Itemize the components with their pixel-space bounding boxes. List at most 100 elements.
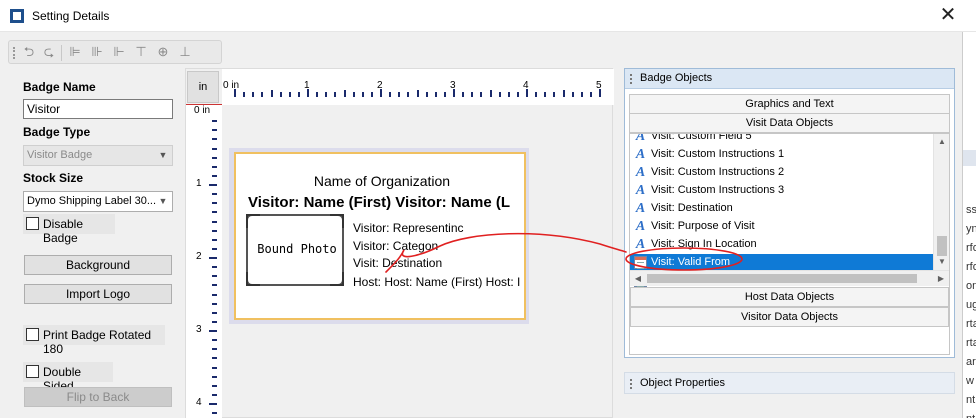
list-item[interactable]: A Visit: Custom Field 5 — [630, 133, 934, 146]
background-window-strip — [963, 150, 976, 166]
background-window-text: rfo — [966, 261, 976, 273]
redo-icon[interactable]: ⮎ — [41, 44, 57, 60]
panel-grip-icon[interactable] — [630, 74, 632, 84]
background-window-text: rta — [966, 318, 976, 330]
flip-to-back-button: Flip to Back — [24, 387, 172, 407]
import-logo-button[interactable]: Import Logo — [24, 284, 172, 304]
group-visit-data-objects[interactable]: Visit Data Objects — [629, 113, 950, 133]
group-visitor-data-objects[interactable]: Visitor Data Objects — [630, 307, 949, 327]
ruler-tick — [212, 348, 217, 351]
list-item-label: Visit: Custom Instructions 2 — [651, 166, 785, 178]
list-item[interactable]: A Visit: Custom Instructions 3 — [630, 182, 934, 200]
align-right-icon[interactable]: ⊩ — [111, 44, 127, 60]
checkbox-box[interactable] — [26, 365, 39, 378]
print-rotated-label: Print Badge Rotated 180 — [43, 328, 152, 356]
badge-photo-placeholder[interactable]: Bound Photo — [246, 214, 344, 286]
list-item-label: Visit: Sign In Location — [651, 238, 757, 250]
ruler-tick — [243, 92, 246, 97]
ruler-tick — [462, 92, 465, 97]
list-horizontal-scrollbar[interactable]: ◀ ▶ — [630, 270, 949, 286]
badge-field-host[interactable]: Host: Host: Name (First) Host: I — [353, 275, 520, 289]
align-left-icon[interactable]: ⊫ — [67, 44, 83, 60]
scroll-left-icon[interactable]: ◀ — [630, 271, 646, 287]
align-bottom-icon[interactable]: ⊥ — [177, 44, 193, 60]
align-top-icon[interactable]: ⊤ — [133, 44, 149, 60]
badge-org-name[interactable]: Name of Organization — [236, 173, 524, 189]
disable-badge-checkbox[interactable]: Disable Badge — [23, 214, 115, 245]
ruler-tick — [389, 92, 392, 97]
background-window-text: w — [966, 375, 974, 387]
print-rotated-checkbox[interactable]: Print Badge Rotated 180 — [23, 325, 165, 356]
group-host-data-objects[interactable]: Host Data Objects — [630, 287, 949, 307]
panel-grip-icon[interactable] — [630, 379, 632, 389]
resize-handle[interactable] — [246, 272, 260, 286]
chevron-down-icon: ▼ — [158, 150, 168, 160]
ruler-tick — [407, 92, 410, 97]
badge-field-destination[interactable]: Visit: Destination — [353, 256, 442, 270]
resize-handle[interactable] — [330, 214, 344, 228]
badge-name-input[interactable]: Visitor — [23, 99, 173, 119]
toolbar-separator — [61, 45, 62, 61]
ruler-tick — [212, 275, 217, 278]
double-sided-checkbox[interactable]: Double Sided — [23, 362, 113, 393]
badge-objects-title: Badge Objects — [640, 72, 713, 84]
ruler-tick — [212, 302, 217, 305]
background-window-text: yn — [966, 223, 976, 235]
ruler-label: 0 in — [194, 105, 211, 116]
align-middle-icon[interactable]: ⊕ — [155, 44, 171, 60]
ruler-tick — [212, 384, 217, 387]
checkbox-box[interactable] — [26, 328, 39, 341]
badge-preview[interactable]: Name of Organization Visitor: Name (Firs… — [234, 152, 526, 320]
ruler-tick — [212, 129, 217, 132]
undo-icon[interactable]: ⮌ — [21, 44, 37, 60]
resize-handle[interactable] — [330, 272, 344, 286]
ruler-tick — [325, 92, 328, 97]
stock-size-select[interactable]: Dymo Shipping Label 30... ▼ — [23, 191, 173, 212]
list-item-label: Visit: Custom Instructions 3 — [651, 184, 785, 196]
app-icon — [10, 9, 24, 23]
scroll-up-icon[interactable]: ▲ — [934, 134, 949, 150]
badge-field-representing[interactable]: Visitor: Representinc — [353, 221, 464, 235]
toolbar-grip[interactable] — [13, 47, 15, 59]
object-properties-panel[interactable]: Object Properties — [624, 372, 955, 394]
date-field-icon — [634, 256, 647, 269]
text-field-icon: A — [635, 201, 646, 216]
chevron-down-icon[interactable]: ▼ — [154, 192, 172, 211]
visit-data-object-list[interactable]: A Visit: Custom Field 5 A Visit: Custom Ins… — [629, 133, 950, 355]
list-vertical-scrollbar[interactable]: ▲ ▼ — [933, 134, 949, 270]
scrollbar-thumb[interactable] — [647, 274, 917, 283]
scrollbar-thumb[interactable] — [937, 236, 947, 256]
group-graphics-and-text[interactable]: Graphics and Text — [629, 94, 950, 114]
dialog-body: ⮌ ⮎ ⊫ ⊪ ⊩ ⊤ ⊕ ⊥ Badge Name Visitor Badge… — [0, 32, 962, 418]
badge-designer-canvas[interactable]: in 0 in 1 2 3 4 5 0 in 1 2 3 4 Name of Organizati… — [185, 68, 614, 418]
stock-size-label: Stock Size — [23, 171, 84, 185]
ruler-label: 2 — [377, 80, 383, 91]
scroll-down-icon[interactable]: ▼ — [934, 254, 949, 270]
ruler-tick — [212, 266, 217, 269]
background-window-text: nt — [966, 413, 975, 418]
badge-visitor-name[interactable]: Visitor: Name (First) Visitor: Name (L — [248, 194, 510, 211]
list-item[interactable]: A Visit: Destination — [630, 200, 934, 218]
ruler-tick — [571, 92, 574, 97]
list-item[interactable]: A Visit: Custom Instructions 1 — [630, 146, 934, 164]
ruler-unit-highlight — [186, 69, 223, 105]
ruler-tick — [212, 357, 217, 360]
ruler-label: 1 — [304, 80, 310, 91]
ruler-tick — [252, 92, 255, 97]
align-center-icon[interactable]: ⊪ — [89, 44, 105, 60]
ruler-tick — [498, 92, 501, 97]
list-item[interactable]: A Visit: Custom Instructions 2 — [630, 164, 934, 182]
resize-handle[interactable] — [246, 214, 260, 228]
checkbox-box[interactable] — [26, 217, 39, 230]
list-item[interactable]: A Visit: Sign In Location — [630, 236, 934, 254]
ruler-tick — [212, 165, 217, 168]
background-button[interactable]: Background — [24, 255, 172, 275]
ruler-tick — [352, 92, 355, 97]
badge-field-category[interactable]: Visitor: Categon — [353, 239, 438, 253]
ruler-tick — [212, 193, 217, 196]
close-button[interactable]: ✕ — [936, 4, 960, 28]
list-item[interactable]: A Visit: Purpose of Visit — [630, 218, 934, 236]
scroll-right-icon[interactable]: ▶ — [933, 271, 949, 287]
background-window-text: nt — [966, 394, 976, 406]
list-item-label: Visit: Custom Field 5 — [651, 133, 752, 142]
